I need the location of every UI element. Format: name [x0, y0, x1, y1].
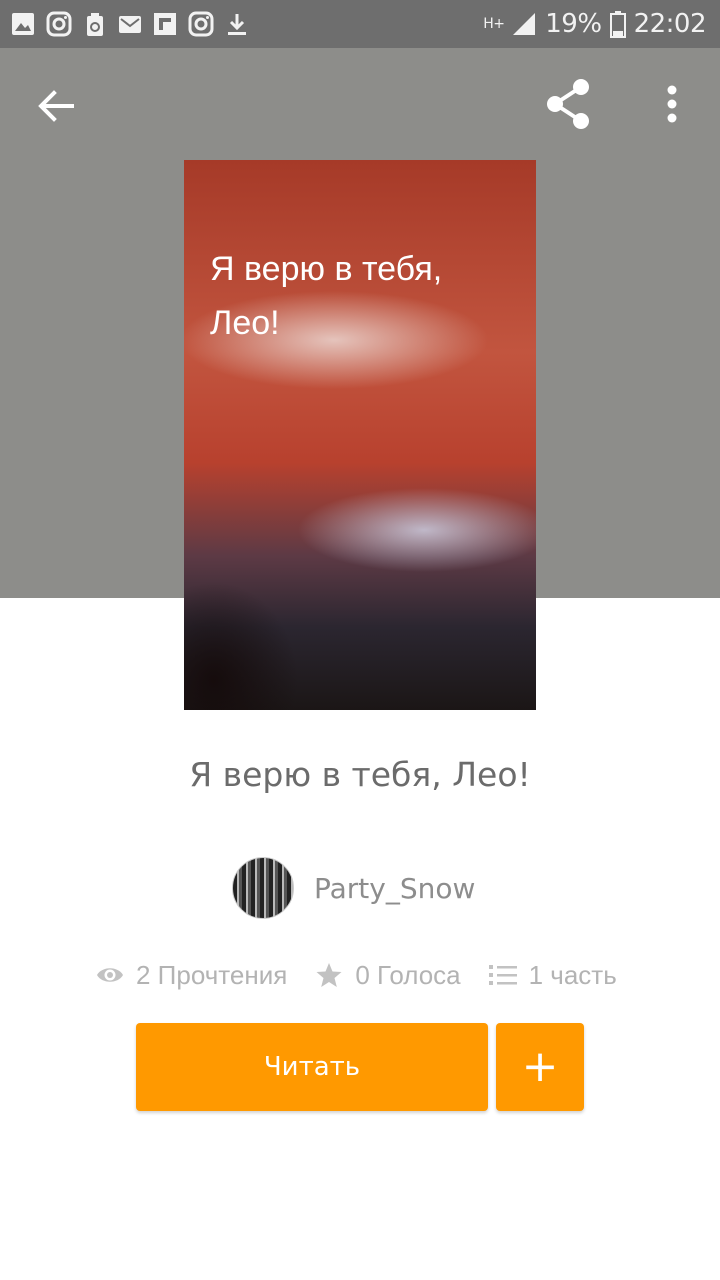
- battery-icon: [609, 11, 626, 38]
- story-title: Я верю в тебя, Лео!: [189, 755, 531, 794]
- parts-stat: 1 часть: [488, 959, 617, 991]
- share-button[interactable]: [538, 74, 598, 134]
- share-icon: [547, 79, 589, 129]
- network-type: H+: [483, 16, 505, 32]
- author-link[interactable]: Party_Snow: [232, 856, 475, 920]
- back-button[interactable]: [28, 78, 84, 134]
- eye-icon: [97, 968, 123, 982]
- read-button-label: Читать: [263, 1052, 361, 1082]
- instagram-icon: [46, 11, 72, 37]
- read-button[interactable]: Читать: [136, 1023, 488, 1111]
- list-icon: [488, 965, 517, 985]
- add-to-library-button[interactable]: +: [496, 1023, 584, 1111]
- star-icon: [316, 963, 342, 987]
- instagram-icon: [188, 11, 214, 37]
- arrow-left-icon: [38, 90, 74, 122]
- cover-title-text: Я верю в тебя, Лео!: [210, 250, 443, 342]
- story-stats: 2 Прочтения 0 Голоса 1 часть: [96, 955, 617, 995]
- flipboard-icon: [154, 13, 176, 35]
- battery-percent: 19%: [545, 9, 602, 39]
- more-vertical-icon: [667, 85, 677, 123]
- avatar[interactable]: [232, 857, 294, 919]
- download-icon: [228, 14, 246, 35]
- gallery-icon: [12, 13, 34, 35]
- book-cover[interactable]: Я верю в тебя, Лео!: [184, 160, 536, 710]
- reads-stat: 2 Прочтения: [96, 960, 287, 991]
- more-options-button[interactable]: [650, 76, 694, 132]
- signal-icon: [513, 13, 536, 35]
- author-name[interactable]: Party_Snow: [314, 872, 475, 905]
- mail-icon: [119, 16, 141, 33]
- parts-count: 1 часть: [528, 959, 617, 990]
- votes-stat: 0 Голоса: [315, 959, 461, 991]
- plus-icon: +: [521, 1041, 559, 1092]
- recycle-icon: [87, 13, 103, 36]
- reads-count: 2 Прочтения: [136, 959, 288, 990]
- clock: 22:02: [633, 9, 707, 39]
- status-bar: H+ 19% 22:02: [0, 0, 720, 48]
- votes-count: 0 Голоса: [355, 959, 461, 990]
